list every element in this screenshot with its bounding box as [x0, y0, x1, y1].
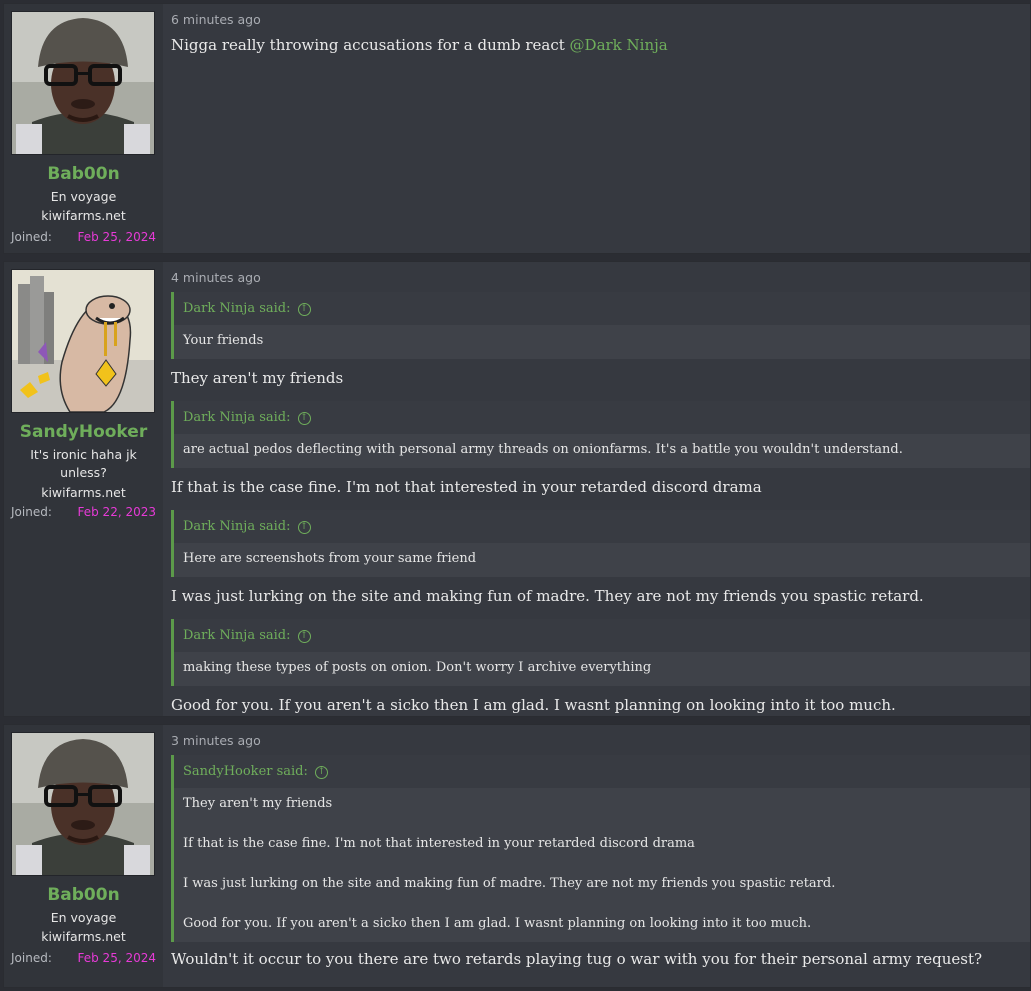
quote-block: Dark Ninja said: ↑ making these types of… [171, 619, 1030, 686]
username[interactable]: Bab00n [11, 164, 156, 184]
quote-block: Dark Ninja said: ↑ are actual pedos defl… [171, 401, 1030, 468]
quote-line: They aren't my friends [183, 796, 333, 811]
post: SandyHooker It's ironic haha jk unless? … [3, 261, 1031, 717]
post-content: 6 minutes ago Nigga really throwing accu… [163, 4, 1030, 253]
quote-body: making these types of posts on onion. Do… [183, 660, 652, 675]
arrow-up-circle-icon[interactable]: ↑ [297, 629, 311, 643]
user-info: Bab00n En voyage kiwifarms.net Joined: F… [4, 725, 163, 987]
message-text: Nigga really throwing accusations for a … [171, 36, 565, 54]
quote-header[interactable]: Dark Ninja said: ↑ [174, 292, 1030, 325]
quote-author[interactable]: Dark Ninja said: [183, 518, 291, 536]
user-info: Bab00n En voyage kiwifarms.net Joined: F… [4, 4, 163, 253]
post-content: 4 minutes ago Dark Ninja said: ↑ Your fr… [163, 262, 1030, 716]
quote-header[interactable]: Dark Ninja said: ↑ [174, 401, 1030, 434]
reply-text: Good for you. If you aren't a sicko then… [171, 696, 896, 714]
quote-block: SandyHooker said: ↑ They aren't my frien… [171, 755, 1030, 942]
quote-line: If that is the case fine. I'm not that i… [183, 836, 695, 851]
joined-row: Joined: Feb 25, 2024 [11, 230, 156, 244]
quote-body: Here are screenshots from your same frie… [183, 551, 477, 566]
quote-line: Good for you. If you aren't a sicko then… [183, 916, 812, 931]
post-content: 3 minutes ago SandyHooker said: ↑ They a… [163, 725, 1030, 987]
user-title: It's ironic haha jk unless? [30, 447, 137, 480]
quote-body: They aren't my friends If that is the ca… [174, 788, 1030, 942]
user-title: En voyage [50, 189, 117, 204]
helmet-man-avatar [12, 733, 154, 875]
quote-header[interactable]: Dark Ninja said: ↑ [174, 510, 1030, 543]
username[interactable]: SandyHooker [11, 422, 156, 442]
quote-header[interactable]: SandyHooker said: ↑ [174, 755, 1030, 788]
arrow-up-circle-icon[interactable]: ↑ [314, 765, 328, 779]
reply-text: I was just lurking on the site and makin… [171, 587, 924, 605]
quote-header[interactable]: Dark Ninja said: ↑ [174, 619, 1030, 652]
user-banner: kiwifarms.net [41, 208, 126, 223]
user-title: En voyage [50, 910, 117, 925]
quote-author[interactable]: SandyHooker said: [183, 763, 308, 781]
post-timestamp[interactable]: 4 minutes ago [171, 270, 1030, 290]
arrow-up-circle-icon[interactable]: ↑ [297, 411, 311, 425]
user-mention[interactable]: @Dark Ninja [570, 36, 668, 54]
joined-label: Joined: [11, 951, 52, 965]
reply-text: If that is the case fine. I'm not that i… [171, 478, 762, 496]
joined-row: Joined: Feb 25, 2024 [11, 951, 156, 965]
arrow-up-circle-icon[interactable]: ↑ [297, 302, 311, 316]
username[interactable]: Bab00n [11, 885, 156, 905]
quote-body: Your friends [183, 333, 264, 348]
user-avatar[interactable] [11, 11, 155, 155]
joined-date: Feb 25, 2024 [77, 230, 157, 244]
joined-label: Joined: [11, 505, 52, 519]
quote-author[interactable]: Dark Ninja said: [183, 627, 291, 645]
post-timestamp[interactable]: 6 minutes ago [171, 12, 1030, 32]
post-message: Wouldn't it occur to you there are two r… [171, 950, 983, 968]
user-avatar[interactable] [11, 269, 155, 413]
reply-text: They aren't my friends [171, 369, 344, 387]
joined-row: Joined: Feb 22, 2023 [11, 505, 156, 519]
user-banner: kiwifarms.net [41, 485, 126, 500]
joined-label: Joined: [11, 230, 52, 244]
post-message: Nigga really throwing accusations for a … [171, 34, 1030, 56]
quote-block: Dark Ninja said: ↑ Here are screenshots … [171, 510, 1030, 577]
cartoon-dog-avatar [12, 270, 154, 412]
joined-date: Feb 22, 2023 [77, 505, 157, 519]
quote-body: are actual pedos deflecting with persona… [183, 442, 903, 457]
user-avatar[interactable] [11, 732, 155, 876]
joined-date: Feb 25, 2024 [77, 951, 157, 965]
post: Bab00n En voyage kiwifarms.net Joined: F… [3, 724, 1031, 988]
quote-line: I was just lurking on the site and makin… [183, 876, 836, 891]
user-banner: kiwifarms.net [41, 929, 126, 944]
helmet-man-avatar [12, 12, 154, 154]
user-info: SandyHooker It's ironic haha jk unless? … [4, 262, 163, 716]
quote-author[interactable]: Dark Ninja said: [183, 300, 291, 318]
post-timestamp[interactable]: 3 minutes ago [171, 733, 1030, 753]
quote-block: Dark Ninja said: ↑ Your friends [171, 292, 1030, 359]
arrow-up-circle-icon[interactable]: ↑ [297, 520, 311, 534]
quote-author[interactable]: Dark Ninja said: [183, 409, 291, 427]
post: Bab00n En voyage kiwifarms.net Joined: F… [3, 3, 1031, 254]
